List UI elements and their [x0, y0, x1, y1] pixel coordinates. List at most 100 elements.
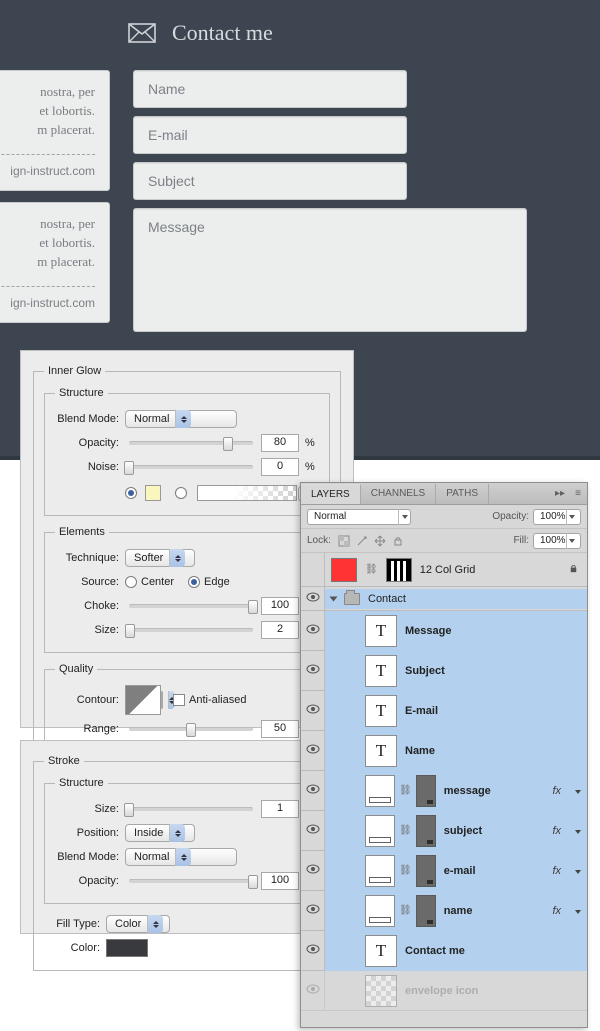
contour-dropdown[interactable] — [161, 691, 163, 709]
slider-thumb[interactable] — [223, 437, 233, 451]
visibility-toggle[interactable] — [301, 771, 325, 810]
size-slider[interactable] — [129, 628, 253, 632]
layer-opacity-label: Opacity: — [492, 511, 529, 522]
visibility-toggle[interactable] — [301, 811, 325, 850]
layer-name[interactable]: message — [444, 785, 491, 797]
technique-select[interactable]: Softer — [125, 549, 195, 567]
stroke-size-value[interactable]: 1 — [261, 800, 299, 818]
layer-row-name-text[interactable]: T Name — [301, 731, 587, 771]
contour-picker[interactable] — [125, 685, 161, 715]
stroke-blend-select[interactable]: Normal — [125, 848, 237, 866]
antialiased-checkbox[interactable] — [173, 694, 185, 706]
layer-row-message-shape[interactable]: ⛓ message fx — [301, 771, 587, 811]
stroke-size-slider[interactable] — [129, 807, 253, 811]
layer-row-subject-shape[interactable]: ⛓ subject fx — [301, 811, 587, 851]
side-card-link[interactable]: ign-instruct.com — [0, 163, 95, 180]
gradient-radio[interactable] — [175, 487, 187, 499]
layer-row-name-shape[interactable]: ⛓ name fx — [301, 891, 587, 931]
visibility-toggle[interactable] — [301, 931, 325, 970]
source-center-radio[interactable] — [125, 576, 137, 588]
chevron-down-icon[interactable] — [573, 865, 581, 877]
layer-row-envelope-icon[interactable]: envelope icon — [301, 971, 587, 1011]
fx-badge[interactable]: fx — [552, 905, 561, 917]
source-edge-radio[interactable] — [188, 576, 200, 588]
layer-name[interactable]: Name — [405, 745, 435, 757]
layer-row-contactme-text[interactable]: T Contact me — [301, 931, 587, 971]
lock-pixels-icon[interactable] — [355, 534, 369, 548]
fx-badge[interactable]: fx — [552, 785, 561, 797]
chevron-down-icon[interactable] — [573, 785, 581, 797]
fx-badge[interactable]: fx — [552, 825, 561, 837]
chevron-down-icon[interactable] — [573, 825, 581, 837]
stroke-color-swatch[interactable] — [106, 939, 148, 957]
layer-name[interactable]: e-mail — [444, 865, 476, 877]
fx-badge[interactable]: fx — [552, 865, 561, 877]
message-field[interactable]: Message — [133, 208, 527, 332]
slider-thumb[interactable] — [248, 875, 258, 889]
noise-value[interactable]: 0 — [261, 458, 299, 476]
layer-row-subject-text[interactable]: T Subject — [301, 651, 587, 691]
glow-gradient-bar[interactable] — [197, 485, 297, 501]
stroke-opacity-value[interactable]: 100 — [261, 872, 299, 890]
lock-position-icon[interactable] — [373, 534, 387, 548]
size-value[interactable]: 2 — [261, 621, 299, 639]
slider-thumb[interactable] — [186, 723, 196, 737]
visibility-toggle[interactable] — [301, 691, 325, 730]
fill-type-select[interactable]: Color — [106, 915, 170, 933]
layer-row-email-text[interactable]: T E-mail — [301, 691, 587, 731]
position-select[interactable]: Inside — [125, 824, 195, 842]
tab-layers[interactable]: LAYERS — [301, 484, 361, 504]
visibility-toggle[interactable] — [301, 851, 325, 890]
layer-row-message-text[interactable]: T Message — [301, 611, 587, 651]
lock-transparency-icon[interactable] — [337, 534, 351, 548]
noise-slider[interactable] — [129, 465, 253, 469]
glow-color-swatch[interactable] — [145, 485, 161, 501]
layer-row-email-shape[interactable]: ⛓ e-mail fx — [301, 851, 587, 891]
layer-name[interactable]: Subject — [405, 665, 445, 677]
slider-thumb[interactable] — [124, 803, 134, 817]
layer-name[interactable]: E-mail — [405, 705, 438, 717]
side-card-link[interactable]: ign-instruct.com — [0, 295, 95, 312]
layer-name[interactable]: subject — [444, 825, 483, 837]
blend-mode-select[interactable]: Normal — [125, 410, 237, 428]
email-field[interactable]: E-mail — [133, 116, 407, 154]
layer-opacity-field[interactable]: 100% — [533, 509, 581, 525]
visibility-toggle[interactable] — [301, 611, 325, 650]
chevron-down-icon[interactable] — [573, 905, 581, 917]
slider-thumb[interactable] — [248, 600, 258, 614]
layer-name[interactable]: name — [444, 905, 473, 917]
subject-field[interactable]: Subject — [133, 162, 407, 200]
opacity-value[interactable]: 80 — [261, 434, 299, 452]
visibility-toggle[interactable] — [301, 553, 325, 586]
layer-name[interactable]: 12 Col Grid — [420, 564, 476, 576]
range-slider[interactable] — [129, 727, 253, 731]
layer-name[interactable]: envelope icon — [405, 985, 478, 997]
layer-row-contact-group[interactable]: Contact — [301, 587, 587, 611]
collapse-icon[interactable]: ▸▸ — [551, 488, 569, 499]
visibility-toggle[interactable] — [301, 971, 325, 1010]
choke-value[interactable]: 100 — [261, 597, 299, 615]
layer-name[interactable]: Contact me — [405, 945, 465, 957]
choke-slider[interactable] — [129, 604, 253, 608]
color-radio[interactable] — [125, 487, 137, 499]
slider-thumb[interactable] — [125, 624, 135, 638]
visibility-toggle[interactable] — [301, 891, 325, 930]
slider-thumb[interactable] — [124, 461, 134, 475]
layer-name[interactable]: Contact — [368, 593, 406, 605]
layer-row-grid[interactable]: ⛓ 12 Col Grid — [301, 553, 587, 587]
visibility-toggle[interactable] — [301, 587, 325, 610]
name-field[interactable]: Name — [133, 70, 407, 108]
layer-blend-select[interactable]: Normal — [307, 509, 411, 525]
layer-fill-field[interactable]: 100% — [533, 533, 581, 549]
range-value[interactable]: 50 — [261, 720, 299, 738]
lock-all-icon[interactable] — [391, 534, 405, 548]
opacity-slider[interactable] — [129, 441, 253, 445]
visibility-toggle[interactable] — [301, 731, 325, 770]
stroke-opacity-slider[interactable] — [129, 879, 253, 883]
panel-menu-icon[interactable]: ≡ — [569, 488, 587, 499]
tab-channels[interactable]: CHANNELS — [361, 484, 436, 504]
visibility-toggle[interactable] — [301, 651, 325, 690]
disclosure-triangle-icon[interactable] — [330, 596, 338, 601]
layer-name[interactable]: Message — [405, 625, 451, 637]
tab-paths[interactable]: PATHS — [436, 484, 489, 504]
